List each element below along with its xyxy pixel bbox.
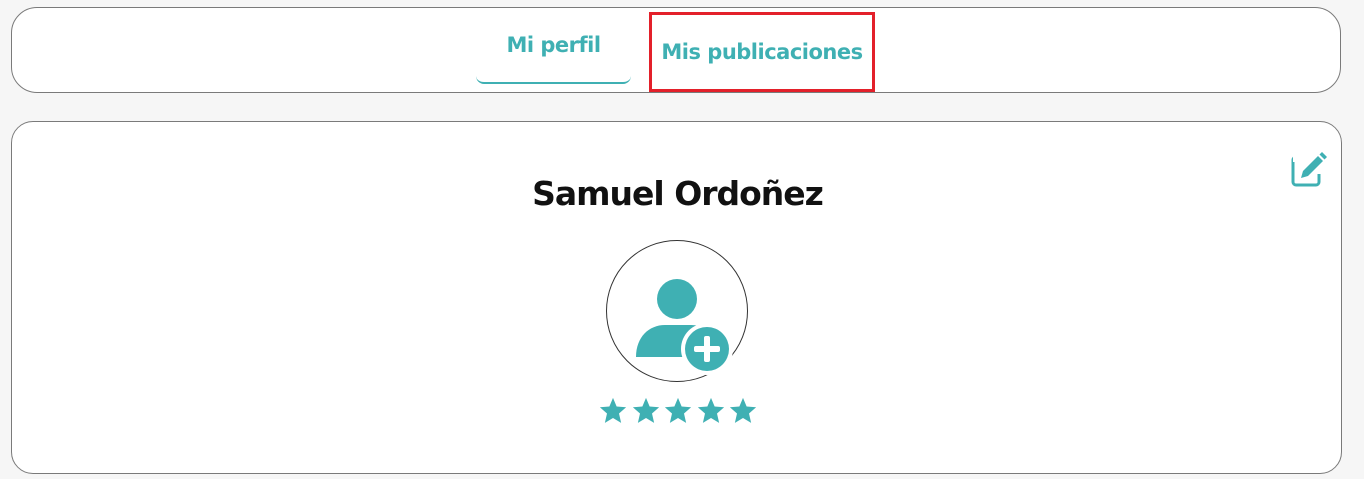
profile-name: Samuel Ordoñez (532, 174, 824, 213)
star-rating (598, 396, 758, 430)
star-icon (664, 397, 692, 423)
user-plus-icon (636, 279, 733, 375)
profile-card: Samuel Ordoñez (11, 121, 1342, 474)
tab-mi-perfil[interactable]: Mi perfil (476, 8, 631, 84)
tab-mis-publicaciones[interactable]: Mis publicaciones (649, 12, 875, 92)
avatar[interactable] (606, 240, 748, 382)
star-icon (697, 397, 724, 423)
star-icon (632, 397, 659, 423)
star-icon (729, 397, 757, 423)
tabs-bar: Mi perfil Mis publicaciones (11, 7, 1341, 93)
star-icon (599, 397, 627, 423)
